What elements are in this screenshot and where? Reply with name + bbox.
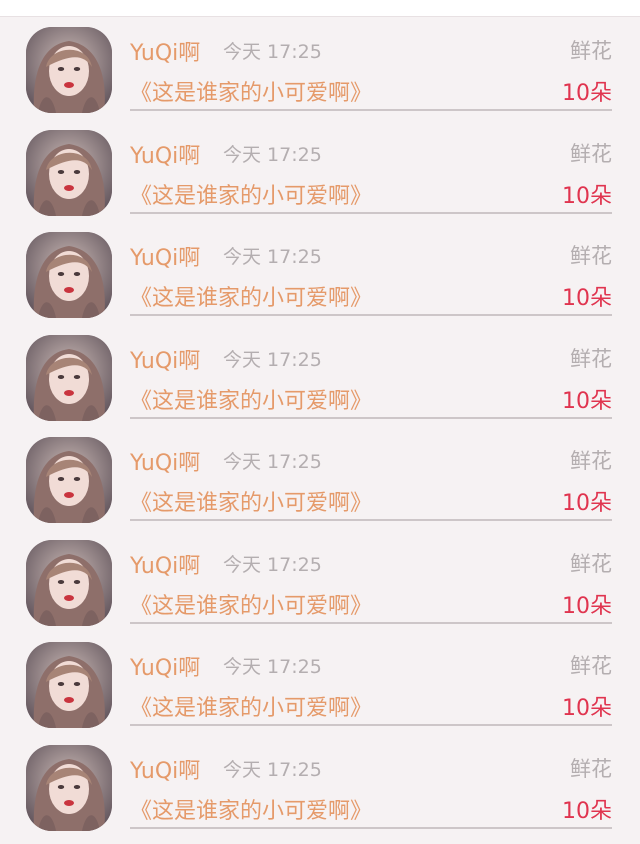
divider: [130, 826, 612, 829]
work-title[interactable]: 《这是谁家的小可爱啊》: [130, 485, 372, 517]
user-name[interactable]: YuQi啊: [130, 753, 200, 785]
timestamp: 今天 17:25: [223, 451, 322, 473]
list-item[interactable]: YuQi啊 今天 17:25 鲜花 《这是谁家的小可爱啊》 10朵: [0, 222, 640, 325]
timestamp: 今天 17:25: [223, 348, 322, 371]
list-item[interactable]: YuQi啊 今天 17:25 鲜花 《这是谁家的小可爱啊》 10朵: [0, 427, 640, 530]
work-title[interactable]: 《这是谁家的小可爱啊》: [130, 588, 372, 620]
gift-count: 10朵: [562, 798, 612, 824]
timestamp: 今天 17:25: [223, 758, 322, 781]
user-name[interactable]: YuQi啊: [130, 548, 200, 580]
user-name[interactable]: YuQi啊: [130, 35, 200, 67]
gift-type: 鲜花: [570, 551, 612, 576]
timestamp: 今天 17:25: [223, 246, 322, 268]
avatar[interactable]: [26, 129, 112, 216]
gift-type: 鲜花: [570, 449, 612, 473]
work-title[interactable]: 《这是谁家的小可爱啊》: [130, 793, 372, 825]
work-title[interactable]: 《这是谁家的小可爱啊》: [130, 383, 372, 415]
divider: [130, 314, 612, 316]
divider: [130, 724, 612, 726]
avatar[interactable]: [26, 27, 112, 113]
divider: [130, 621, 612, 624]
list-item[interactable]: YuQi啊 今天 17:25 鲜花 《这是谁家的小可爱啊》 10朵: [0, 735, 640, 838]
timestamp: 今天 17:25: [223, 41, 322, 63]
list-item[interactable]: YuQi啊 今天 17:25 鲜花 《这是谁家的小可爱啊》 10朵: [0, 530, 640, 633]
user-name[interactable]: YuQi啊: [130, 650, 200, 682]
avatar[interactable]: [26, 437, 112, 523]
gift-count: 10朵: [562, 286, 612, 311]
avatar[interactable]: [26, 334, 112, 421]
avatar[interactable]: [26, 744, 112, 831]
avatar[interactable]: [26, 539, 112, 626]
gift-count: 10朵: [562, 593, 612, 619]
divider: [130, 211, 612, 214]
list-item[interactable]: YuQi啊 今天 17:25 鲜花 《这是谁家的小可爱啊》 10朵: [0, 632, 640, 735]
top-bar: [0, 0, 640, 17]
gift-count: 10朵: [562, 388, 612, 414]
gift-type: 鲜花: [570, 756, 612, 781]
gift-type: 鲜花: [570, 39, 612, 63]
gift-type: 鲜花: [570, 141, 612, 166]
list-item[interactable]: YuQi啊 今天 17:25 鲜花 《这是谁家的小可爱啊》 10朵: [0, 120, 640, 223]
divider: [130, 519, 612, 521]
timestamp: 今天 17:25: [223, 553, 322, 576]
gift-count: 10朵: [562, 491, 612, 516]
avatar[interactable]: [26, 232, 112, 318]
user-name[interactable]: YuQi啊: [130, 138, 200, 170]
gift-count: 10朵: [562, 81, 612, 106]
user-name[interactable]: YuQi啊: [130, 343, 200, 375]
gift-type: 鲜花: [570, 244, 612, 268]
divider: [130, 416, 612, 419]
timestamp: 今天 17:25: [223, 656, 322, 678]
avatar[interactable]: [26, 642, 112, 728]
work-title[interactable]: 《这是谁家的小可爱啊》: [130, 178, 372, 210]
user-name[interactable]: YuQi啊: [130, 445, 200, 477]
gift-count: 10朵: [562, 183, 612, 209]
user-name[interactable]: YuQi啊: [130, 240, 200, 272]
work-title[interactable]: 《这是谁家的小可爱啊》: [130, 280, 372, 312]
divider: [130, 109, 612, 111]
gift-type: 鲜花: [570, 654, 612, 678]
gift-type: 鲜花: [570, 346, 612, 371]
list-item[interactable]: YuQi啊 今天 17:25 鲜花 《这是谁家的小可爱啊》 10朵: [0, 325, 640, 428]
gift-count: 10朵: [562, 696, 612, 721]
list-item[interactable]: YuQi啊 今天 17:25 鲜花 《这是谁家的小可爱啊》 10朵: [0, 17, 640, 120]
timestamp: 今天 17:25: [223, 143, 322, 166]
work-title[interactable]: 《这是谁家的小可爱啊》: [130, 75, 372, 107]
gift-record-list: YuQi啊 今天 17:25 鲜花 《这是谁家的小可爱啊》 10朵 YuQi啊 …: [0, 17, 640, 837]
work-title[interactable]: 《这是谁家的小可爱啊》: [130, 690, 372, 722]
